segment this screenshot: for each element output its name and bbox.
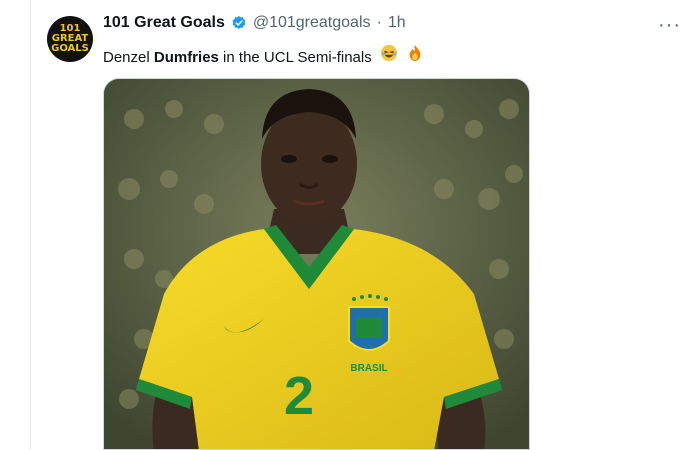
more-options-icon[interactable]: ··· — [658, 14, 681, 37]
avatar-logo-text: 101 GREAT GOALS — [51, 23, 89, 54]
laughing-face-icon — [380, 44, 398, 66]
tweet-text-prefix: Denzel — [103, 49, 154, 66]
tweet-text-suffix: in the UCL Semi-finals — [218, 49, 372, 66]
tweet-header: 101 Great Goals @101greatgoals · 1h — [103, 14, 406, 32]
avatar[interactable]: 101 GREAT GOALS — [47, 16, 93, 62]
shirt-number: 2 — [284, 366, 314, 426]
verified-badge-icon — [232, 16, 246, 29]
fire-icon — [406, 44, 424, 66]
separator: · — [376, 14, 382, 31]
timestamp[interactable]: 1h — [388, 14, 406, 32]
tweet-text-bold: Dumfries — [153, 49, 219, 66]
display-name[interactable]: 101 Great Goals — [103, 14, 225, 32]
tweet-media-image[interactable]: BRASIL 2 — [103, 78, 530, 450]
tweet-text: Denzel Dumfries in the UCL Semi-finals — [103, 44, 424, 66]
crest-text: BRASIL — [350, 363, 387, 374]
player-portrait-image: BRASIL 2 — [104, 79, 529, 449]
user-handle[interactable]: @101greatgoals — [253, 14, 371, 32]
